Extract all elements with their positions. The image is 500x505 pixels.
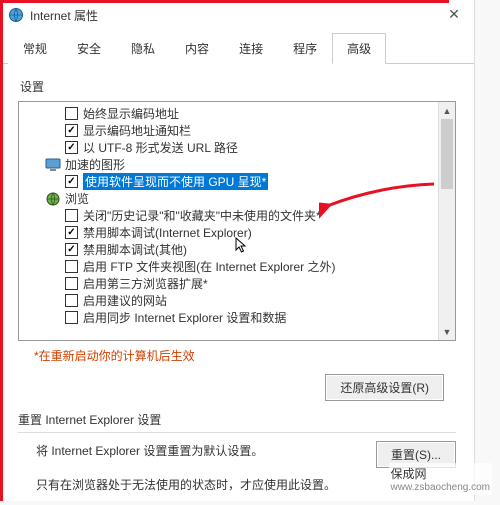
checkbox[interactable]: [65, 107, 78, 120]
tree-item[interactable]: 关闭"历史记录"和"收藏夹"中未使用的文件夹*: [23, 207, 438, 224]
globe-icon: [45, 192, 61, 206]
tree-item-label: 关闭"历史记录"和"收藏夹"中未使用的文件夹*: [83, 207, 321, 224]
tree-item[interactable]: 禁用脚本调试(Internet Explorer): [23, 224, 438, 241]
tree-item[interactable]: 启用同步 Internet Explorer 设置和数据: [23, 309, 438, 326]
tree-item-label: 使用软件呈现而不使用 GPU 呈现*: [83, 173, 268, 190]
checkbox[interactable]: [65, 243, 78, 256]
tree-item[interactable]: 以 UTF-8 形式发送 URL 路径: [23, 139, 438, 156]
internet-properties-dialog: Internet 属性 ✕ 常规安全隐私内容连接程序高级 设置 始终显示编码地址…: [0, 0, 475, 501]
checkbox[interactable]: [65, 260, 78, 273]
tree-item-label: 禁用脚本调试(其他): [83, 241, 187, 258]
settings-tree[interactable]: 始终显示编码地址显示编码地址通知栏以 UTF-8 形式发送 URL 路径加速的图…: [18, 101, 456, 341]
tab-1[interactable]: 安全: [62, 33, 116, 64]
tab-5[interactable]: 程序: [278, 33, 332, 64]
internet-icon: [8, 7, 24, 23]
tree-item[interactable]: 启用 FTP 文件夹视图(在 Internet Explorer 之外): [23, 258, 438, 275]
tree-item-label: 启用 FTP 文件夹视图(在 Internet Explorer 之外): [83, 258, 336, 275]
reset-description: 将 Internet Explorer 设置重置为默认设置。: [36, 441, 364, 463]
watermark-url: www.zsbaocheng.com: [391, 482, 491, 493]
tree-group[interactable]: 加速的图形: [23, 156, 438, 173]
watermark-brand: 保成网: [391, 467, 427, 481]
checkbox[interactable]: [65, 141, 78, 154]
scroll-thumb[interactable]: [441, 119, 453, 189]
scrollbar-vertical[interactable]: ▲ ▼: [438, 102, 455, 340]
checkbox[interactable]: [65, 124, 78, 137]
restart-note: *在重新启动你的计算机后生效: [34, 347, 456, 364]
tree-item[interactable]: 启用第三方浏览器扩展*: [23, 275, 438, 292]
settings-label: 设置: [20, 78, 456, 95]
tab-3[interactable]: 内容: [170, 33, 224, 64]
tree-item-label: 启用建议的网站: [83, 292, 167, 309]
checkbox[interactable]: [65, 175, 78, 188]
tree-group[interactable]: 浏览: [23, 190, 438, 207]
scroll-up-button[interactable]: ▲: [439, 102, 455, 119]
tab-strip: 常规安全隐私内容连接程序高级: [0, 32, 474, 64]
tree-item-label: 启用第三方浏览器扩展*: [83, 275, 208, 292]
watermark: 保成网 www.zsbaocheng.com: [389, 463, 493, 495]
tab-2[interactable]: 隐私: [116, 33, 170, 64]
tree-item-label: 始终显示编码地址: [83, 105, 179, 122]
titlebar: Internet 属性 ✕: [0, 0, 474, 30]
tree-item[interactable]: 显示编码地址通知栏: [23, 122, 438, 139]
tab-0[interactable]: 常规: [8, 33, 62, 64]
tree-group-label: 浏览: [65, 190, 89, 207]
close-button[interactable]: ✕: [434, 0, 474, 28]
checkbox[interactable]: [65, 294, 78, 307]
restore-defaults-button[interactable]: 还原高级设置(R): [325, 374, 444, 401]
scroll-track[interactable]: [439, 119, 455, 323]
tree-item-label: 禁用脚本调试(Internet Explorer): [83, 224, 252, 241]
window-title: Internet 属性: [30, 7, 466, 24]
tree-item[interactable]: 使用软件呈现而不使用 GPU 呈现*: [23, 173, 438, 190]
tree-item[interactable]: 启用建议的网站: [23, 292, 438, 309]
tab-content-advanced: 设置 始终显示编码地址显示编码地址通知栏以 UTF-8 形式发送 URL 路径加…: [0, 64, 474, 505]
scroll-down-button[interactable]: ▼: [439, 323, 455, 340]
tab-6[interactable]: 高级: [332, 33, 386, 64]
tab-4[interactable]: 连接: [224, 33, 278, 64]
monitor-icon: [45, 158, 61, 172]
tree-item[interactable]: 始终显示编码地址: [23, 105, 438, 122]
tree-item-label: 启用同步 Internet Explorer 设置和数据: [83, 309, 286, 326]
checkbox[interactable]: [65, 277, 78, 290]
checkbox[interactable]: [65, 209, 78, 222]
tree-item-label: 显示编码地址通知栏: [83, 122, 191, 139]
checkbox[interactable]: [65, 226, 78, 239]
tree-item[interactable]: 禁用脚本调试(其他): [23, 241, 438, 258]
checkbox[interactable]: [65, 311, 78, 324]
tree-item-label: 以 UTF-8 形式发送 URL 路径: [83, 139, 238, 156]
reset-heading: 重置 Internet Explorer 设置: [18, 411, 456, 428]
tree-group-label: 加速的图形: [65, 156, 125, 173]
